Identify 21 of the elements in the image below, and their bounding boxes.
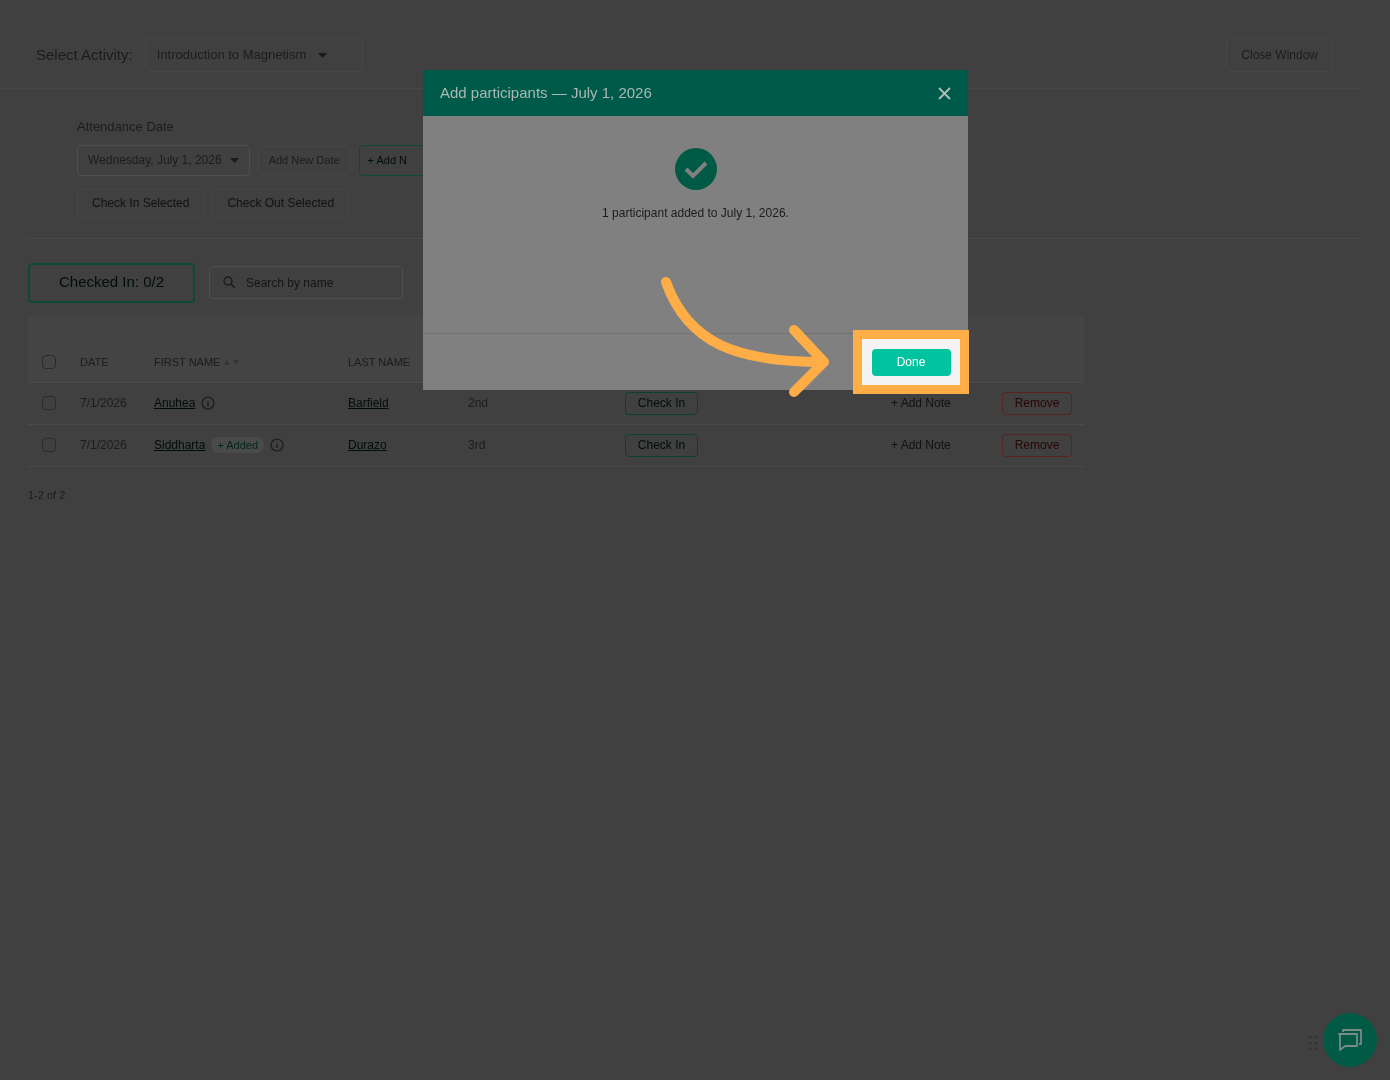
last-name-link[interactable]: Barfield	[348, 394, 468, 412]
first-name-link[interactable]: Siddharta	[154, 436, 206, 454]
info-icon	[201, 396, 216, 410]
caret-icon	[229, 157, 239, 163]
row-checkbox[interactable]	[42, 355, 56, 369]
success-message: 1 participant added to July 1, 2026.	[602, 205, 789, 222]
close-icon[interactable]	[938, 86, 951, 100]
remove-button[interactable]: Remove	[1002, 433, 1072, 457]
caret-icon	[318, 52, 328, 58]
info-icon	[270, 438, 285, 452]
modal-title: Add participants — July 1, 2026	[440, 82, 652, 103]
last-name-link[interactable]: Durazo	[348, 436, 468, 454]
first-name-link[interactable]: Anuhea	[154, 394, 196, 412]
added-badge: + Added	[211, 436, 265, 454]
chat-button[interactable]	[1323, 1013, 1377, 1067]
checked-in-counter: Checked In: 0/2	[28, 262, 195, 303]
chat-icon	[1337, 1028, 1363, 1052]
success-check-icon	[674, 148, 717, 190]
done-button[interactable]: Done	[871, 348, 951, 376]
remove-button[interactable]: Remove	[1002, 391, 1072, 415]
search-icon	[223, 276, 236, 289]
